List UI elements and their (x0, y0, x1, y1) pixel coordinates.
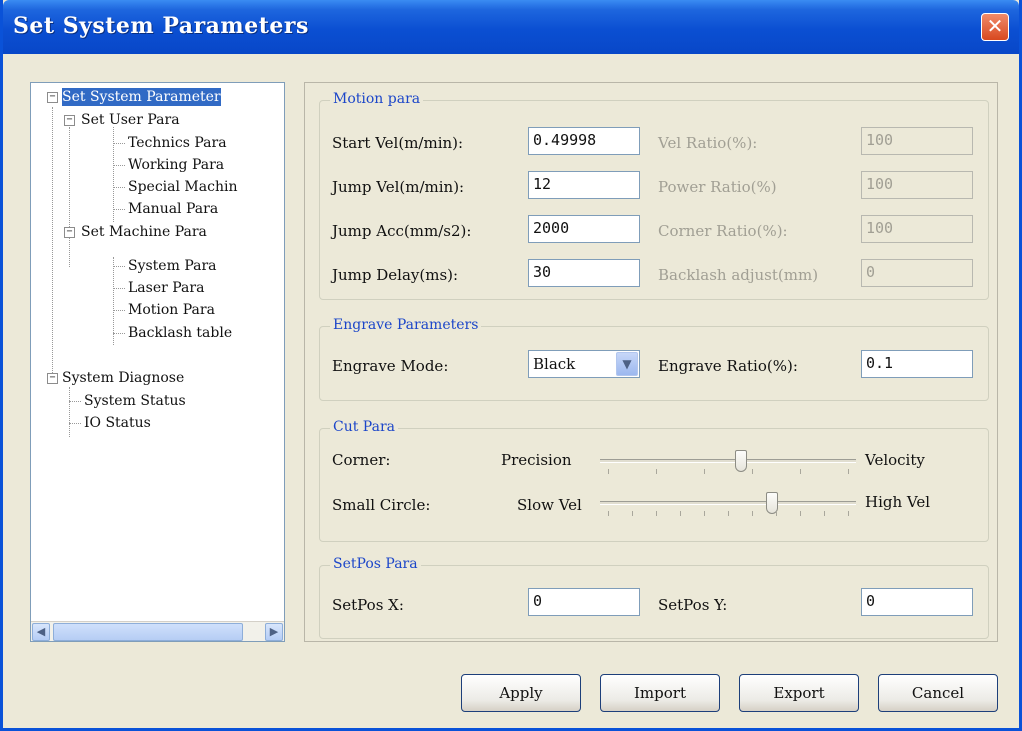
jump-delay-input[interactable]: 30 (528, 259, 640, 287)
engrave-ratio-input[interactable]: 0.1 (861, 350, 973, 378)
setpos-para-group: SetPos Para SetPos X: 0 SetPos Y: 0 (319, 556, 989, 639)
scroll-thumb[interactable] (53, 623, 243, 641)
small-circle-min-label: Slow Vel (517, 496, 582, 514)
collapse-toggle[interactable]: − (47, 373, 58, 384)
tree-node-special-machin[interactable]: Special Machin (128, 178, 237, 196)
vel-ratio-label: Vel Ratio(%): (658, 134, 758, 152)
corner-label: Corner: (332, 451, 391, 469)
close-icon: ✕ (986, 14, 1004, 38)
start-vel-input[interactable]: 0.49998 (528, 127, 640, 155)
power-ratio-label: Power Ratio(%) (658, 178, 777, 196)
corner-slider-thumb[interactable] (734, 450, 747, 472)
tree-node-system-status[interactable]: System Status (84, 392, 186, 410)
tree-node-system-diagnose[interactable]: System Diagnose (62, 369, 184, 387)
engrave-parameters-legend: Engrave Parameters (330, 317, 482, 333)
jump-vel-input[interactable]: 12 (528, 171, 640, 199)
slider-tick (800, 469, 801, 474)
tree-node-io-status[interactable]: IO Status (84, 414, 151, 432)
engrave-mode-label: Engrave Mode: (332, 357, 449, 375)
collapse-toggle[interactable]: − (47, 92, 58, 103)
motion-para-group: Motion para Start Vel(m/min): 0.49998 Ve… (319, 91, 989, 300)
scroll-left-arrow-icon[interactable]: ◀ (32, 623, 50, 641)
tree-node-backlash-table[interactable]: Backlash table (128, 324, 232, 342)
tree-node-system-para[interactable]: System Para (128, 257, 217, 275)
title-bar[interactable]: Set System Parameters ✕ (3, 0, 1019, 54)
slider-tick (824, 511, 825, 516)
tree-horizontal-scrollbar[interactable]: ◀ ▶ (31, 621, 284, 641)
slider-tick (848, 469, 849, 474)
cut-para-group: Cut Para Corner: Precision Velocity Smal… (319, 419, 989, 542)
start-vel-label: Start Vel(m/min): (332, 134, 464, 152)
tree-node-set-machine-para[interactable]: Set Machine Para (81, 223, 207, 241)
import-button[interactable]: Import (600, 674, 720, 712)
slider-tick (752, 469, 753, 474)
setpos-x-label: SetPos X: (332, 596, 404, 614)
small-circle-max-label: High Vel (865, 493, 931, 511)
tree-node-motion-para[interactable]: Motion Para (128, 301, 215, 319)
apply-button[interactable]: Apply (461, 674, 581, 712)
corner-ratio-label: Corner Ratio(%): (658, 222, 788, 240)
window-title: Set System Parameters (13, 13, 309, 39)
slider-tick (800, 511, 801, 516)
jump-acc-label: Jump Acc(mm/s2): (332, 222, 472, 240)
slider-tick (752, 511, 753, 516)
setpos-y-label: SetPos Y: (658, 596, 728, 614)
slider-tick (680, 511, 681, 516)
close-button[interactable]: ✕ (981, 13, 1009, 41)
slider-tick (704, 511, 705, 516)
motion-para-legend: Motion para (330, 91, 424, 107)
slider-tick (656, 469, 657, 474)
vel-ratio-input[interactable]: 100 (861, 127, 973, 155)
tree-node-set-system-parameter[interactable]: Set System Parameter (62, 88, 221, 106)
jump-vel-label: Jump Vel(m/min): (332, 178, 465, 196)
small-circle-label: Small Circle: (332, 496, 431, 514)
jump-delay-label: Jump Delay(ms): (332, 266, 459, 284)
tree-node-manual-para[interactable]: Manual Para (128, 200, 218, 218)
tree-node-working-para[interactable]: Working Para (128, 156, 224, 174)
engrave-mode-value: Black (533, 355, 576, 373)
tree-node-laser-para[interactable]: Laser Para (128, 279, 204, 297)
backlash-adjust-label: Backlash adjust(mm) (658, 266, 819, 284)
corner-slider-track[interactable] (600, 459, 856, 463)
slider-tick (728, 511, 729, 516)
corner-max-label: Velocity (865, 451, 925, 469)
corner-min-label: Precision (501, 451, 572, 469)
slider-tick (632, 511, 633, 516)
collapse-toggle[interactable]: − (64, 227, 75, 238)
setpos-para-legend: SetPos Para (330, 556, 421, 572)
small-circle-slider-track[interactable] (600, 501, 856, 505)
parameter-tree[interactable]: − Set System Parameter − Set User Para T… (30, 82, 285, 642)
chevron-down-icon[interactable]: ▼ (616, 352, 638, 376)
corner-ratio-input[interactable]: 100 (861, 215, 973, 243)
engrave-parameters-group: Engrave Parameters Engrave Mode: Black ▼… (319, 317, 989, 401)
tree-node-technics-para[interactable]: Technics Para (128, 134, 227, 152)
cut-para-legend: Cut Para (330, 419, 398, 435)
slider-tick (704, 469, 705, 474)
slider-tick (848, 511, 849, 516)
collapse-toggle[interactable]: − (64, 115, 75, 126)
engrave-mode-select[interactable]: Black ▼ (528, 350, 640, 378)
power-ratio-input[interactable]: 100 (861, 171, 973, 199)
slider-tick (608, 511, 609, 516)
export-button[interactable]: Export (739, 674, 859, 712)
set-system-parameters-dialog: Set System Parameters ✕ − Set System Par… (0, 0, 1022, 731)
cancel-button[interactable]: Cancel (878, 674, 998, 712)
scroll-right-arrow-icon[interactable]: ▶ (265, 623, 283, 641)
slider-tick (608, 469, 609, 474)
setpos-y-input[interactable]: 0 (861, 588, 973, 616)
jump-acc-input[interactable]: 2000 (528, 215, 640, 243)
setpos-x-input[interactable]: 0 (528, 588, 640, 616)
backlash-adjust-input[interactable]: 0 (861, 259, 973, 287)
engrave-ratio-label: Engrave Ratio(%): (658, 357, 798, 375)
parameters-panel: Motion para Start Vel(m/min): 0.49998 Ve… (304, 82, 998, 642)
tree-node-set-user-para[interactable]: Set User Para (81, 111, 180, 129)
slider-tick (656, 511, 657, 516)
slider-tick (776, 511, 777, 516)
